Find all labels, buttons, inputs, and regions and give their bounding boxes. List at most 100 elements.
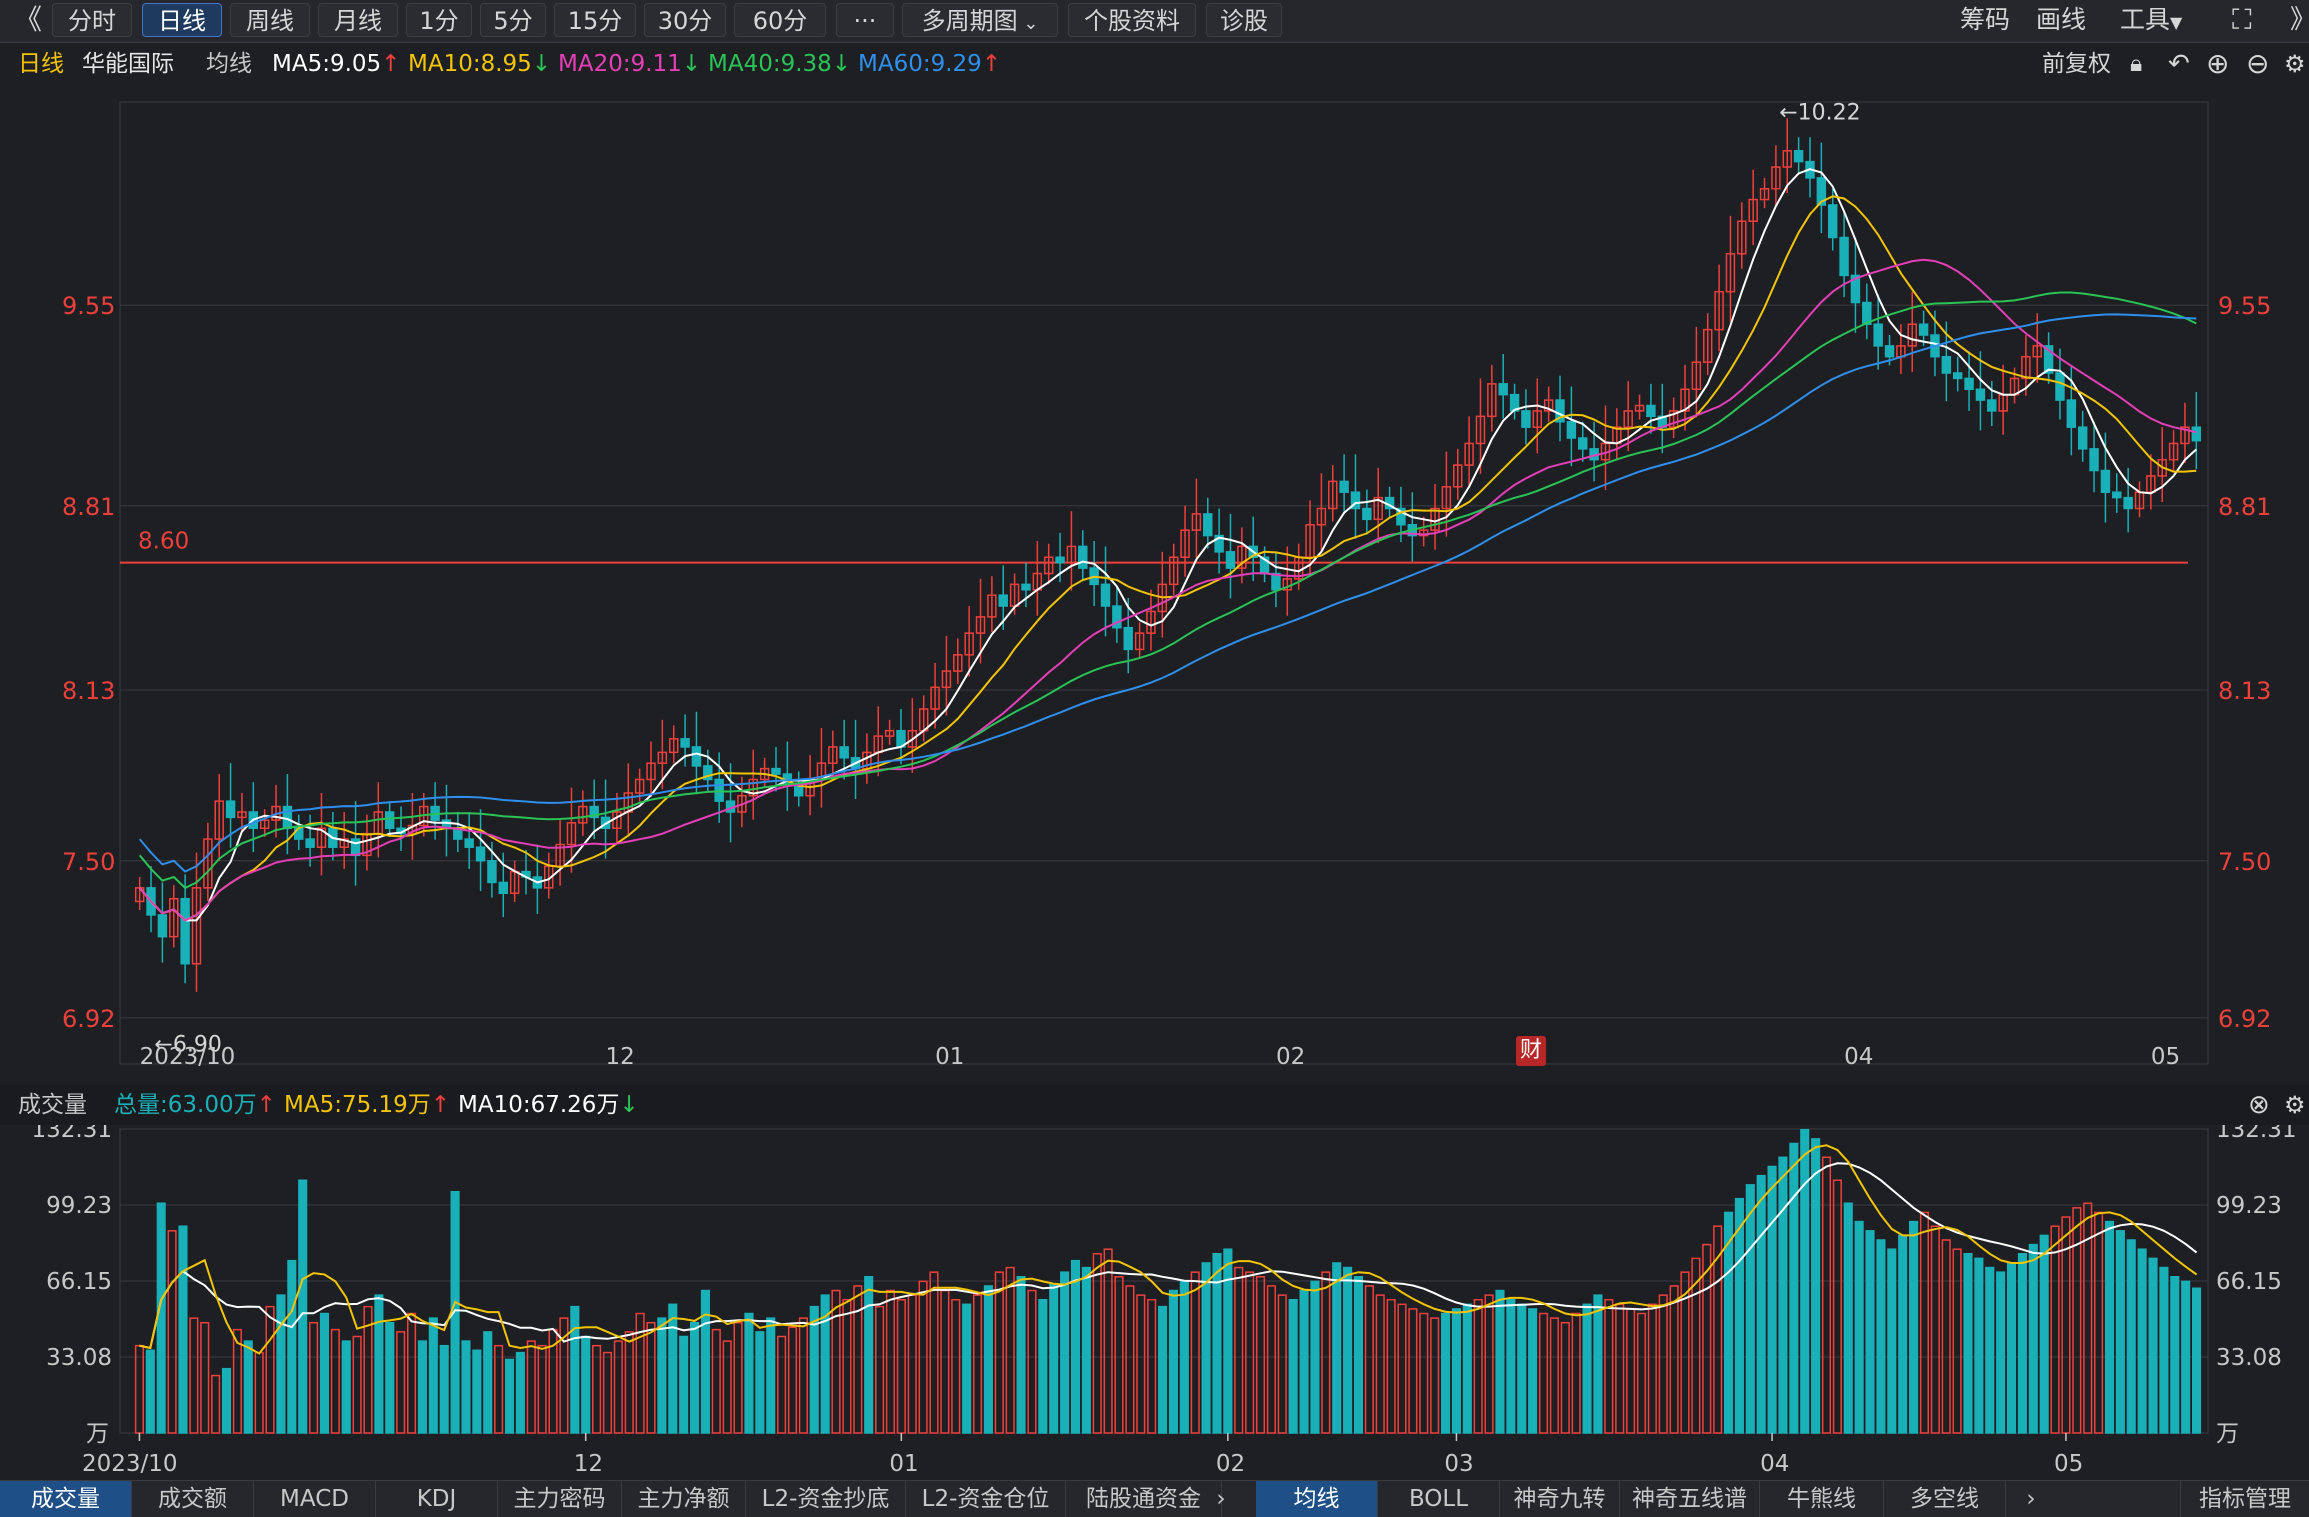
indicator-tab-6[interactable]: L2-资金抄底: [746, 1481, 906, 1517]
volume-bar[interactable]: [951, 1298, 961, 1434]
candle[interactable]: [532, 844, 543, 914]
candle[interactable]: [1714, 264, 1724, 352]
volume-bar[interactable]: [777, 1335, 787, 1434]
candle[interactable]: [793, 771, 804, 807]
volume-bar[interactable]: [1136, 1294, 1146, 1434]
volume-bar[interactable]: [1408, 1308, 1418, 1434]
candle[interactable]: [1464, 416, 1474, 487]
volume-bar[interactable]: [1212, 1253, 1222, 1434]
candle[interactable]: [396, 806, 406, 852]
candle[interactable]: [134, 877, 145, 911]
volume-bar[interactable]: [254, 1351, 264, 1434]
volume-bar[interactable]: [657, 1317, 667, 1434]
candle[interactable]: [1793, 137, 1804, 173]
period-button-2[interactable]: 周线: [230, 3, 310, 37]
volume-bar[interactable]: [319, 1312, 330, 1434]
volume-bar[interactable]: [1223, 1248, 1233, 1434]
candle[interactable]: [2191, 391, 2202, 469]
candle[interactable]: [725, 763, 736, 843]
volume-bar[interactable]: [156, 1202, 166, 1434]
candle[interactable]: [918, 695, 929, 742]
candle[interactable]: [1157, 551, 1168, 638]
candle[interactable]: [1543, 386, 1554, 422]
candle[interactable]: [2112, 473, 2122, 513]
volume-bar[interactable]: [1081, 1266, 1091, 1434]
candle[interactable]: [2168, 429, 2179, 471]
volume-bar[interactable]: [1974, 1257, 1984, 1434]
overlay-tab-2[interactable]: 神奇九转: [1500, 1481, 1620, 1517]
candle[interactable]: [1487, 364, 1497, 432]
volume-bar[interactable]: [1266, 1285, 1276, 1434]
volume-bar[interactable]: [798, 1317, 808, 1434]
volume-bar[interactable]: [2017, 1253, 2027, 1434]
lock-icon[interactable]: 🔒︎: [2130, 44, 2142, 84]
volume-bar[interactable]: [1930, 1225, 1940, 1434]
volume-bar[interactable]: [831, 1289, 841, 1434]
volume-bar[interactable]: [1767, 1165, 1777, 1434]
volume-bar[interactable]: [570, 1305, 580, 1434]
volume-bar[interactable]: [907, 1294, 917, 1434]
volume-bar[interactable]: [1582, 1303, 1592, 1434]
volume-bar[interactable]: [711, 1328, 721, 1434]
candlestick-chart[interactable]: 6.92 6.92 7.50 7.50 8.13 8.13 8.81 8.81 9.55 9.55…: [0, 84, 2309, 1084]
overlay-tab-4[interactable]: 牛熊线: [1760, 1481, 1884, 1517]
candle[interactable]: [2123, 467, 2133, 533]
candle[interactable]: [1521, 389, 1531, 445]
volume-chart[interactable]: 33.08 33.08 66.15 66.15 99.23 99.23 132.31 132.…: [0, 1125, 2309, 1480]
volume-bar[interactable]: [1919, 1211, 1930, 1434]
volume-bar[interactable]: [1245, 1271, 1255, 1434]
volume-bar[interactable]: [221, 1367, 232, 1434]
volume-bar[interactable]: [2137, 1248, 2147, 1434]
volume-bar[interactable]: [1103, 1248, 1113, 1434]
candle[interactable]: [157, 882, 168, 963]
volume-bar[interactable]: [1865, 1230, 1875, 1434]
candle[interactable]: [1418, 516, 1429, 547]
volume-bar[interactable]: [309, 1321, 319, 1434]
candle[interactable]: [2146, 454, 2156, 510]
indicator-tab-2[interactable]: MACD: [254, 1481, 376, 1517]
candle[interactable]: [1316, 473, 1327, 553]
candle[interactable]: [600, 779, 611, 859]
volume-bar[interactable]: [1811, 1138, 1821, 1434]
volume-bar[interactable]: [428, 1317, 438, 1434]
adjust-label[interactable]: 前复权: [2042, 44, 2111, 84]
volume-bar[interactable]: [537, 1344, 547, 1434]
volume-bar[interactable]: [1495, 1289, 1505, 1434]
volume-bar[interactable]: [1049, 1282, 1059, 1434]
volume-bar[interactable]: [1843, 1202, 1853, 1434]
volume-bar[interactable]: [1125, 1285, 1135, 1434]
volume-bar[interactable]: [1996, 1271, 2006, 1434]
volume-bar[interactable]: [167, 1230, 177, 1434]
candle[interactable]: [907, 698, 918, 773]
candle[interactable]: [1850, 237, 1861, 333]
candle[interactable]: [1328, 465, 1338, 522]
volume-bar[interactable]: [1451, 1308, 1461, 1434]
volume-bar[interactable]: [1571, 1312, 1581, 1434]
candle[interactable]: [1384, 486, 1395, 518]
volume-bar[interactable]: [483, 1331, 493, 1434]
candle[interactable]: [1578, 421, 1588, 462]
volume-bar[interactable]: [352, 1335, 362, 1434]
candle[interactable]: [1066, 511, 1077, 591]
volume-bar[interactable]: [1234, 1266, 1244, 1434]
candle[interactable]: [850, 719, 861, 799]
candle[interactable]: [1759, 177, 1770, 209]
candle[interactable]: [509, 860, 520, 902]
diagnose-button[interactable]: 诊股: [1206, 3, 1282, 37]
candle[interactable]: [1998, 364, 2008, 435]
candle[interactable]: [169, 885, 179, 948]
volume-bar[interactable]: [1734, 1197, 1744, 1434]
volume-bar[interactable]: [1255, 1276, 1266, 1434]
volume-bar[interactable]: [1375, 1294, 1385, 1434]
volume-bar[interactable]: [1353, 1276, 1364, 1434]
candle[interactable]: [441, 784, 452, 857]
volume-bar[interactable]: [755, 1331, 765, 1434]
candle[interactable]: [1748, 169, 1758, 246]
volume-bar[interactable]: [602, 1351, 613, 1434]
candle[interactable]: [1282, 546, 1293, 616]
volume-bar[interactable]: [1517, 1303, 1527, 1434]
indicator-tab-0[interactable]: 成交量: [0, 1481, 132, 1517]
volume-bar[interactable]: [2104, 1220, 2115, 1434]
candle[interactable]: [1089, 540, 1099, 607]
volume-bar[interactable]: [2181, 1280, 2191, 1434]
